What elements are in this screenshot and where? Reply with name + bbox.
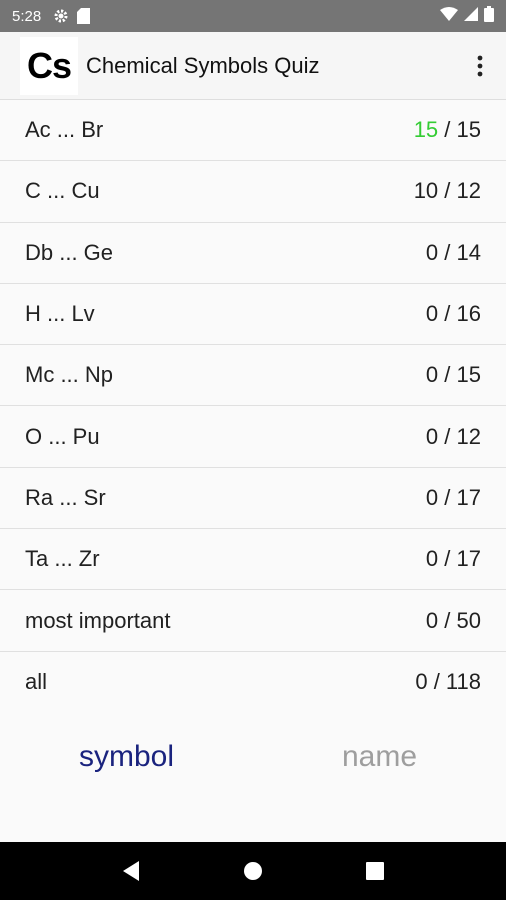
score-done: 15 bbox=[413, 117, 439, 143]
score-done: 0 bbox=[425, 607, 439, 633]
score-total: 12 bbox=[456, 423, 481, 449]
list-item[interactable]: H ... Lv 0 / 16 bbox=[0, 283, 506, 346]
list-item-range: Ta ... Zr bbox=[25, 546, 100, 572]
list-item-range: Db ... Ge bbox=[25, 239, 114, 265]
list-item-range: all bbox=[25, 668, 48, 694]
sd-card-icon bbox=[77, 8, 91, 24]
mode-name-button[interactable]: name bbox=[253, 712, 506, 774]
list-item-range: Ra ... Sr bbox=[25, 484, 106, 510]
list-item[interactable]: Ac ... Br 15 / 15 bbox=[0, 100, 506, 162]
status-bar: 5:28 bbox=[0, 0, 506, 32]
home-icon bbox=[244, 862, 262, 880]
list-item-range: C ... Cu bbox=[25, 178, 100, 204]
recents-button[interactable] bbox=[355, 851, 395, 891]
score-separator: / bbox=[427, 668, 446, 694]
list-item-score: 0 / 16 bbox=[426, 301, 481, 327]
list-item[interactable]: Ra ... Sr 0 / 17 bbox=[0, 467, 506, 530]
score-total: 50 bbox=[456, 607, 481, 633]
list-item-score: 0 / 14 bbox=[426, 240, 481, 266]
score-done: 0 bbox=[425, 239, 439, 265]
score-total: 15 bbox=[456, 117, 481, 143]
score-done: 0 bbox=[425, 546, 439, 572]
list-item-range: O ... Pu bbox=[25, 423, 100, 449]
list-item[interactable]: all 0 / 118 bbox=[0, 651, 506, 713]
list-item[interactable]: O ... Pu 0 / 12 bbox=[0, 406, 506, 468]
list-item[interactable]: Ta ... Zr 0 / 17 bbox=[0, 529, 506, 591]
list-item[interactable]: Db ... Ge 0 / 14 bbox=[0, 222, 506, 284]
score-total: 17 bbox=[456, 546, 481, 572]
list-item-score: 15 / 15 bbox=[414, 117, 481, 143]
quiz-list: Ac ... Br 15 / 15 C ... Cu 10 / 12 Db ... Ge… bbox=[0, 100, 506, 713]
list-item-score: 0 / 12 bbox=[426, 424, 481, 450]
back-icon bbox=[123, 861, 139, 881]
score-done: 0 bbox=[425, 301, 439, 327]
recents-icon bbox=[366, 862, 384, 880]
overflow-menu-button[interactable] bbox=[456, 42, 504, 90]
score-separator: / bbox=[438, 117, 457, 143]
score-separator: / bbox=[438, 362, 457, 388]
score-separator: / bbox=[438, 301, 457, 327]
list-item-score: 0 / 17 bbox=[426, 485, 481, 511]
score-total: 15 bbox=[456, 362, 481, 388]
score-total: 12 bbox=[456, 178, 481, 204]
list-item-score: 10 / 12 bbox=[414, 178, 481, 204]
list-item-range: most important bbox=[25, 607, 171, 633]
list-item-range: H ... Lv bbox=[25, 301, 95, 327]
score-total: 17 bbox=[456, 484, 481, 510]
score-separator: / bbox=[438, 239, 457, 265]
app-title: Chemical Symbols Quiz bbox=[86, 52, 320, 78]
score-total: 16 bbox=[456, 301, 481, 327]
list-item[interactable]: most important 0 / 50 bbox=[0, 590, 506, 652]
score-separator: / bbox=[438, 484, 457, 510]
list-item-score: 0 / 50 bbox=[426, 608, 481, 634]
score-done: 0 bbox=[415, 668, 428, 694]
app-logo: Cs bbox=[20, 36, 78, 95]
home-button[interactable] bbox=[233, 851, 273, 891]
list-item[interactable]: C ... Cu 10 / 12 bbox=[0, 161, 506, 223]
score-done: 0 bbox=[425, 362, 439, 388]
score-done: 0 bbox=[425, 484, 439, 510]
list-item-score: 0 / 15 bbox=[426, 362, 481, 388]
list-item-score: 0 / 17 bbox=[426, 546, 481, 572]
gear-icon bbox=[53, 8, 69, 24]
app-bar: Cs Chemical Symbols Quiz bbox=[0, 32, 506, 100]
score-total: 118 bbox=[445, 668, 481, 694]
list-item[interactable]: Mc ... Np 0 / 15 bbox=[0, 345, 506, 407]
score-separator: / bbox=[438, 423, 457, 449]
score-separator: / bbox=[438, 607, 457, 633]
list-item-score: 0 / 118 bbox=[415, 669, 481, 695]
battery-icon bbox=[484, 6, 494, 26]
mode-selector: symbol name bbox=[0, 712, 506, 842]
score-done: 10 bbox=[413, 178, 439, 204]
signal-icon bbox=[464, 7, 478, 25]
score-separator: / bbox=[438, 546, 457, 572]
mode-symbol-button[interactable]: symbol bbox=[0, 712, 253, 774]
more-vert-icon bbox=[477, 55, 483, 76]
status-time: 5:28 bbox=[12, 7, 42, 25]
score-done: 0 bbox=[425, 423, 439, 449]
navigation-bar bbox=[0, 842, 506, 900]
score-total: 14 bbox=[456, 239, 481, 265]
score-separator: / bbox=[438, 178, 457, 204]
list-item-range: Mc ... Np bbox=[25, 362, 114, 388]
back-button[interactable] bbox=[111, 851, 151, 891]
wifi-icon bbox=[440, 7, 458, 25]
list-item-range: Ac ... Br bbox=[25, 117, 104, 143]
